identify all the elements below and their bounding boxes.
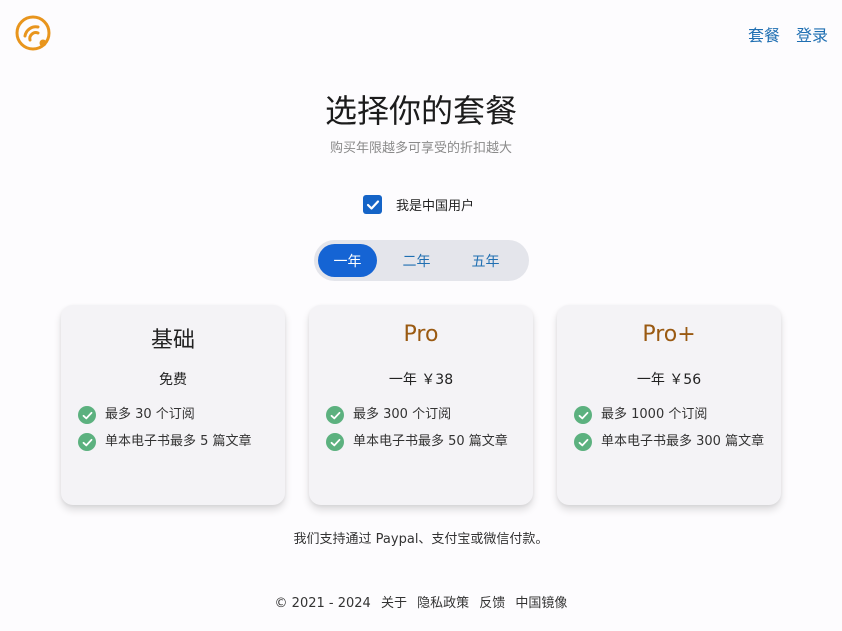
plan-price: 一年 ￥38: [388, 372, 454, 388]
page-subtitle: 购买年限越多可享受的折扣越大: [329, 141, 512, 156]
feature-text: 单本电子书最多 50 篇文章: [353, 434, 508, 449]
plan-card-pro[interactable]: Pro 一年 ￥38 最多 300 个订阅 单本电子书最多 50 篇文章: [309, 305, 533, 505]
footer-link-about[interactable]: 关于: [381, 596, 407, 611]
footer-link-privacy[interactable]: 隐私政策: [417, 596, 469, 611]
top-nav: 套餐 登录: [748, 22, 828, 46]
footer-link-china-mirror[interactable]: 中国镜像: [515, 596, 567, 611]
page-title: 选择你的套餐: [324, 92, 517, 130]
feature-item: 单本电子书最多 5 篇文章: [78, 432, 273, 452]
feature-text: 单本电子书最多 5 篇文章: [105, 434, 252, 449]
check-circle-icon: [78, 406, 96, 424]
nav-login-link[interactable]: 登录: [796, 22, 828, 46]
period-toggle: 一年 二年 五年: [314, 240, 529, 281]
payment-note: 我们支持通过 Paypal、支付宝或微信付款。: [293, 532, 549, 547]
feature-text: 最多 30 个订阅: [105, 407, 195, 422]
checkbox-checked-icon[interactable]: [363, 195, 382, 214]
check-circle-icon: [78, 433, 96, 451]
nav-plans-link[interactable]: 套餐: [748, 22, 780, 46]
plan-card-basic[interactable]: 基础 免费 最多 30 个订阅 单本电子书最多 5 篇文章: [61, 305, 285, 505]
plan-price: 免费: [159, 372, 187, 388]
period-tab-1-year[interactable]: 一年: [318, 244, 377, 277]
feature-text: 最多 300 个订阅: [353, 407, 452, 422]
check-circle-icon: [326, 406, 344, 424]
check-circle-icon: [574, 433, 592, 451]
feature-item: 最多 30 个订阅: [78, 405, 273, 425]
plan-features: 最多 300 个订阅 单本电子书最多 50 篇文章: [309, 405, 533, 452]
period-tab-5-year[interactable]: 五年: [456, 244, 515, 277]
feature-item: 单本电子书最多 50 篇文章: [326, 432, 521, 452]
feature-text: 单本电子书最多 300 篇文章: [601, 434, 765, 449]
plan-price: 一年 ￥56: [636, 372, 702, 388]
check-circle-icon: [574, 406, 592, 424]
china-user-checkbox[interactable]: 我是中国用户: [363, 195, 474, 214]
check-circle-icon: [326, 433, 344, 451]
feature-text: 最多 1000 个订阅: [601, 407, 708, 422]
copyright: © 2021 - 2024: [274, 596, 371, 611]
plan-name: Pro+: [642, 322, 696, 347]
feature-item: 最多 1000 个订阅: [574, 405, 769, 425]
plan-cards: 基础 免费 最多 30 个订阅 单本电子书最多 5 篇文章 Pro 一年 ￥38…: [61, 305, 781, 505]
plan-features: 最多 1000 个订阅 单本电子书最多 300 篇文章: [557, 405, 781, 452]
china-user-label: 我是中国用户: [396, 199, 475, 214]
plan-name: 基础: [150, 328, 195, 353]
feature-item: 最多 300 个订阅: [326, 405, 521, 425]
footer-link-feedback[interactable]: 反馈: [479, 596, 505, 611]
plan-card-pro-plus[interactable]: Pro+ 一年 ￥56 最多 1000 个订阅 单本电子书最多 300 篇文章: [557, 305, 781, 505]
rss-feed-icon[interactable]: [14, 14, 52, 52]
feature-item: 单本电子书最多 300 篇文章: [574, 432, 769, 452]
plan-features: 最多 30 个订阅 单本电子书最多 5 篇文章: [61, 405, 285, 452]
plan-name: Pro: [403, 322, 439, 347]
footer: © 2021 - 2024 关于 隐私政策 反馈 中国镜像: [0, 592, 842, 611]
period-tab-2-year[interactable]: 二年: [387, 244, 446, 277]
